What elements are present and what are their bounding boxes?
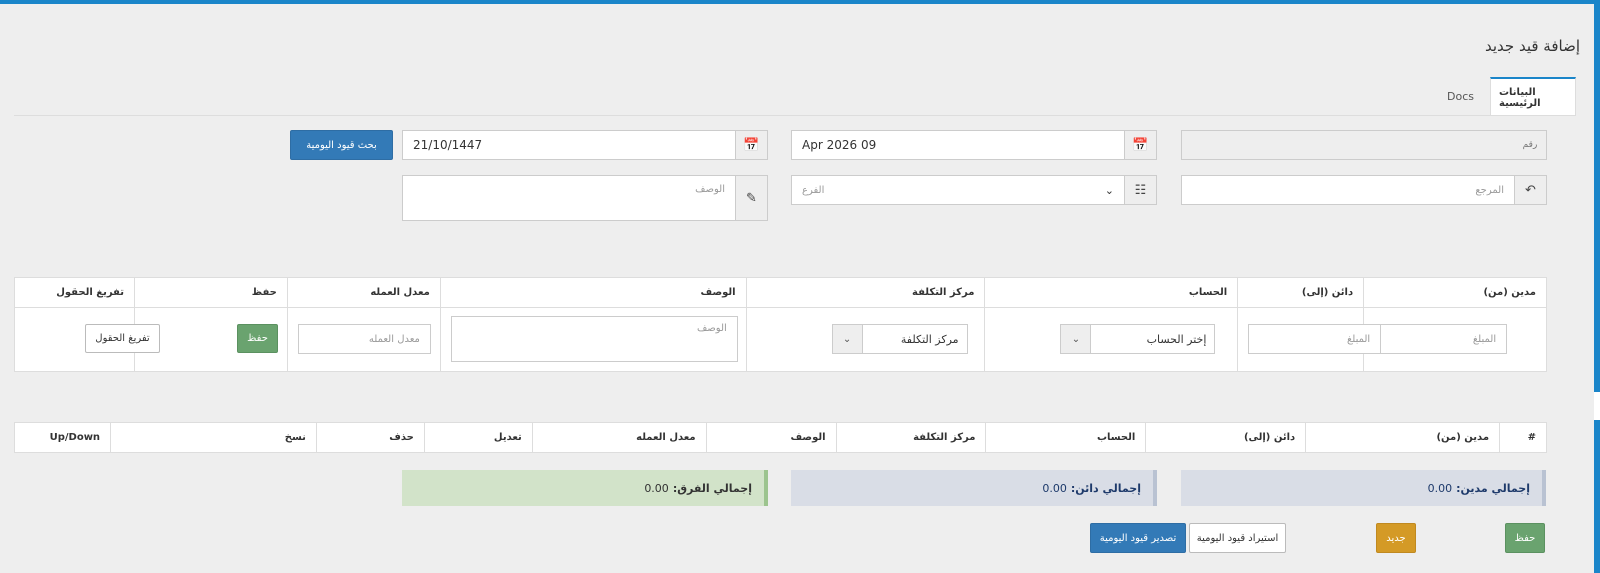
col-description: الوصف bbox=[439, 277, 747, 308]
col-credit: دائن (إلى) bbox=[1237, 277, 1365, 308]
hijri-date-value[interactable]: 21/10/1447 bbox=[403, 131, 735, 159]
hijri-date-field[interactable]: 📅 21/10/1447 bbox=[402, 130, 768, 160]
total-debit-value: 0.00 bbox=[1427, 481, 1453, 495]
total-credit-value: 0.00 bbox=[1042, 481, 1067, 495]
row-save-button[interactable]: حفظ bbox=[237, 324, 278, 353]
save-button[interactable]: حفظ bbox=[1505, 523, 1545, 553]
clear-cell: تفريغ الحقول bbox=[14, 307, 160, 372]
col-edit: تعديل bbox=[423, 422, 533, 453]
debit-input[interactable]: المبلغ bbox=[1374, 324, 1508, 354]
col-delete: حذف bbox=[315, 422, 425, 453]
entry-table: مدين (من) دائن (إلى) الحساب مركز التكلفة… bbox=[14, 277, 1547, 372]
page-title: إضافة قيد جديد bbox=[1485, 37, 1580, 55]
clear-fields-button[interactable]: تفريغ الحقول bbox=[85, 324, 160, 353]
col-description: الوصف bbox=[705, 422, 837, 453]
chevron-down-icon: ⌄ bbox=[1104, 183, 1114, 197]
accent-segment bbox=[1594, 0, 1600, 392]
col-cost-center: مركز التكلفة bbox=[835, 422, 987, 453]
tabs-divider bbox=[14, 115, 1576, 116]
col-rate: معدل العمله bbox=[531, 422, 707, 453]
edit-icon: ✎ bbox=[735, 176, 767, 220]
date-value[interactable]: 09 Apr 2026 bbox=[792, 131, 1124, 159]
number-field: رقم bbox=[1181, 130, 1547, 160]
rate-input[interactable]: معدل العمله bbox=[297, 324, 431, 354]
import-journal-button[interactable]: استيراد قيود اليومية bbox=[1189, 523, 1286, 553]
date-field[interactable]: 📅 09 Apr 2026 bbox=[791, 130, 1157, 160]
row-description-input[interactable]: الوصف bbox=[450, 316, 738, 362]
calendar-icon[interactable]: 📅 bbox=[735, 131, 767, 159]
description-cell: الوصف bbox=[439, 307, 747, 372]
entries-list-table: # مدين (من) دائن (إلى) الحساب مركز التكل… bbox=[13, 422, 1547, 453]
description-input[interactable]: الوصف bbox=[403, 176, 735, 220]
total-diff-label: إجمالي الفرق: bbox=[672, 481, 752, 495]
tab-main-data[interactable]: البيانات الرئيسية bbox=[1490, 77, 1576, 116]
right-accent-bar bbox=[1594, 0, 1600, 573]
entry-row: المبلغ المبلغ إختر الحساب ⌄ مركز التكلفة… bbox=[14, 307, 1547, 372]
list-table-header: # مدين (من) دائن (إلى) الحساب مركز التكل… bbox=[13, 422, 1547, 453]
total-difference: إجمالي الفرق: 0.00 bbox=[402, 470, 768, 506]
total-credit-label: إجمالي دائن: bbox=[1070, 481, 1141, 495]
account-select-value: إختر الحساب bbox=[1146, 332, 1207, 346]
branch-select-value[interactable]: الفرع ⌄ bbox=[792, 176, 1124, 204]
new-button[interactable]: جديد bbox=[1376, 523, 1416, 553]
cost-center-cell: مركز التكلفة ⌄ bbox=[745, 307, 986, 372]
col-account: الحساب bbox=[984, 277, 1239, 308]
col-credit: دائن (إلى) bbox=[1145, 422, 1307, 453]
col-index: # bbox=[1499, 422, 1547, 453]
reference-field[interactable]: ↶ المرجع bbox=[1181, 175, 1547, 205]
branch-placeholder: الفرع bbox=[802, 184, 825, 196]
col-account: الحساب bbox=[985, 422, 1147, 453]
reference-input[interactable]: المرجع bbox=[1182, 176, 1514, 204]
total-debit-label: إجمالي مدين: bbox=[1456, 481, 1530, 495]
debit-cell: المبلغ bbox=[1363, 307, 1547, 372]
cost-center-select-value: مركز التكلفة bbox=[900, 332, 959, 346]
top-accent-bar bbox=[0, 0, 1600, 4]
account-select[interactable]: إختر الحساب ⌄ bbox=[1060, 324, 1216, 354]
col-debit: مدين (من) bbox=[1363, 277, 1547, 308]
credit-cell: المبلغ bbox=[1237, 307, 1382, 372]
col-debit: مدين (من) bbox=[1305, 422, 1501, 453]
number-label: رقم bbox=[1522, 140, 1538, 150]
total-credit: إجمالي دائن: 0.00 bbox=[791, 470, 1157, 506]
branch-select[interactable]: ☷ الفرع ⌄ bbox=[791, 175, 1157, 205]
col-clear: تفريغ الحقول bbox=[14, 277, 135, 308]
total-debit: إجمالي مدين: 0.00 bbox=[1181, 470, 1546, 506]
account-cell: إختر الحساب ⌄ bbox=[984, 307, 1239, 372]
description-field[interactable]: ✎ الوصف bbox=[402, 175, 768, 221]
export-journal-button[interactable]: تصدير قيود اليومية bbox=[1090, 523, 1186, 553]
chevron-down-icon: ⌄ bbox=[1061, 325, 1092, 353]
col-updown: Up/Down bbox=[13, 422, 112, 453]
col-save: حفظ bbox=[134, 277, 288, 308]
calendar-icon[interactable]: 📅 bbox=[1124, 131, 1156, 159]
col-rate: معدل العمله bbox=[286, 277, 441, 308]
rate-cell: معدل العمله bbox=[286, 307, 441, 372]
col-cost-center: مركز التكلفة bbox=[745, 277, 986, 308]
total-diff-value: 0.00 bbox=[644, 481, 669, 495]
number-addon: رقم bbox=[1514, 131, 1546, 159]
col-copy: نسخ bbox=[110, 422, 317, 453]
tab-docs[interactable]: Docs bbox=[1439, 77, 1482, 116]
chevron-down-icon: ⌄ bbox=[832, 325, 863, 353]
sitemap-icon: ☷ bbox=[1124, 176, 1156, 204]
search-journal-button[interactable]: بحث قيود اليومية bbox=[290, 130, 393, 160]
accent-segment bbox=[1594, 420, 1600, 573]
entry-table-header: مدين (من) دائن (إلى) الحساب مركز التكلفة… bbox=[14, 277, 1547, 308]
cost-center-select[interactable]: مركز التكلفة ⌄ bbox=[831, 324, 968, 354]
credit-input[interactable]: المبلغ bbox=[1248, 324, 1382, 354]
number-value bbox=[1182, 131, 1514, 159]
undo-icon[interactable]: ↶ bbox=[1514, 176, 1546, 204]
